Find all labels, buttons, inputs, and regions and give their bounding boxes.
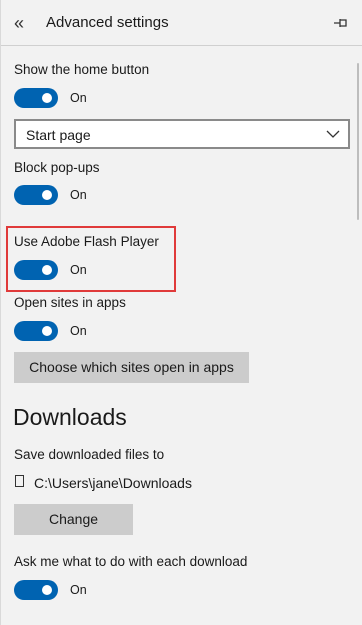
- folder-icon: [15, 475, 24, 487]
- ask-download-state: On: [70, 583, 87, 597]
- pane-title: Advanced settings: [46, 14, 169, 31]
- home-button-state: On: [70, 91, 87, 105]
- pane-header: « Advanced settings: [1, 0, 362, 46]
- chevron-down-icon: [326, 130, 340, 138]
- home-page-select-value: Start page: [26, 127, 91, 143]
- download-path: C:\Users\jane\Downloads: [34, 475, 192, 491]
- ask-download-label: Ask me what to do with each download: [14, 554, 248, 569]
- home-button-label: Show the home button: [14, 62, 150, 77]
- open-in-apps-state: On: [70, 324, 87, 338]
- save-location-label: Save downloaded files to: [14, 447, 165, 462]
- scrollbar[interactable]: [357, 63, 359, 220]
- change-button[interactable]: Change: [14, 504, 133, 535]
- home-page-select[interactable]: Start page: [14, 119, 350, 149]
- popups-toggle[interactable]: [14, 185, 58, 205]
- ask-download-toggle[interactable]: [14, 580, 58, 600]
- advanced-settings-pane: « Advanced settings Show the home button…: [0, 0, 362, 625]
- flash-label: Use Adobe Flash Player: [14, 234, 159, 249]
- downloads-heading: Downloads: [13, 404, 127, 430]
- choose-sites-button[interactable]: Choose which sites open in apps: [14, 352, 249, 383]
- popups-state: On: [70, 188, 87, 202]
- home-button-toggle[interactable]: [14, 88, 58, 108]
- flash-state: On: [70, 263, 87, 277]
- open-in-apps-toggle[interactable]: [14, 321, 58, 341]
- open-in-apps-label: Open sites in apps: [14, 295, 126, 310]
- pin-icon[interactable]: [331, 14, 349, 32]
- popups-label: Block pop-ups: [14, 160, 100, 175]
- flash-toggle[interactable]: [14, 260, 58, 280]
- back-icon[interactable]: «: [14, 12, 34, 34]
